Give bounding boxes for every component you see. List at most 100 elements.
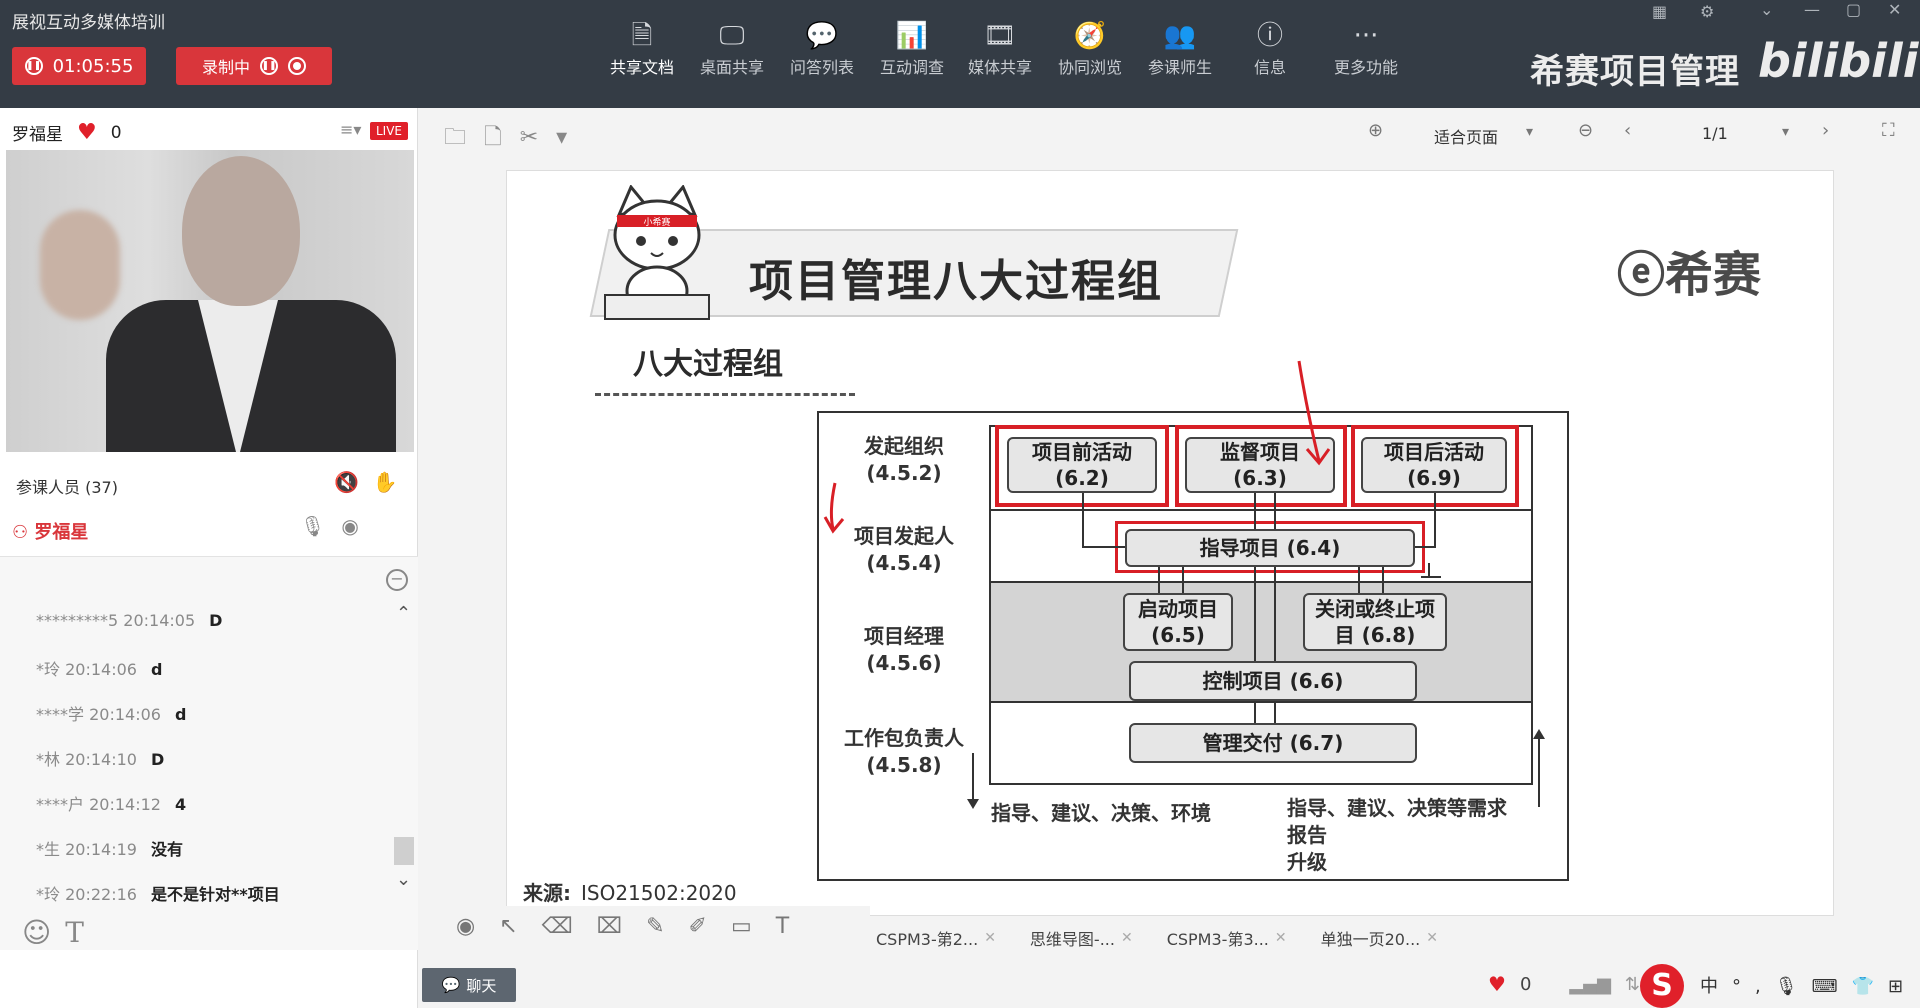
mic-icon[interactable]: 🎙 xyxy=(300,514,341,538)
recording-label: 录制中 xyxy=(201,58,250,77)
browse-compass-icon: 🧭 xyxy=(1073,21,1107,51)
text-icon[interactable]: T xyxy=(776,914,813,939)
attendee-host[interactable]: ⚇ 罗福星 xyxy=(12,518,88,544)
info-icon: ⓘ xyxy=(1256,21,1283,51)
left-panel: 罗福星 ♥ 0 ≡▾ LIVE 参课人员 (37) 🔇✋ ⚇ 罗福星 🎙◉ − … xyxy=(0,108,418,1008)
people-icon: 👥 xyxy=(1163,21,1197,51)
scissors-icon[interactable]: ✂▾ xyxy=(520,125,585,150)
toolbar-more-button[interactable]: ··· 更多功能 xyxy=(1324,18,1408,78)
sogou-ime-icon[interactable]: S xyxy=(1640,964,1684,1008)
fit-dropdown-icon[interactable]: ▾ xyxy=(1526,124,1533,140)
toolbar-media-button[interactable]: 🎞 媒体共享 xyxy=(958,18,1042,78)
close-tab-icon[interactable]: ✕ xyxy=(984,930,996,946)
top-toolbar: 展视互动多媒体培训 ❚❚ 01:05:55 录制中 ❚❚ 🗎 共享文档 🖵 桌面共享 💬… xyxy=(0,0,1920,108)
scrollbar[interactable] xyxy=(394,837,414,865)
stop-record-icon[interactable] xyxy=(288,57,306,75)
chat-time: 20:14:06 xyxy=(89,705,161,724)
grid-icon[interactable]: ▦ xyxy=(1652,2,1667,21)
chat-text: d xyxy=(150,660,163,679)
pause-record-icon[interactable]: ❚❚ xyxy=(260,57,278,75)
punctuation-icon[interactable]: °, xyxy=(1732,976,1775,997)
rectangle-icon[interactable]: ▭ xyxy=(731,914,776,939)
more-icon: ··· xyxy=(1353,21,1379,51)
toolbar-info-button[interactable]: ⓘ 信息 xyxy=(1228,18,1312,78)
zoom-out-icon[interactable]: ⊖ xyxy=(1578,120,1593,141)
zoom-in-icon[interactable]: ⊕ xyxy=(1368,120,1383,141)
document-tab[interactable]: 思维导图-... ✕ xyxy=(1030,926,1133,950)
brand-text: 希赛项目管理 xyxy=(1530,52,1740,92)
chevron-down-icon[interactable]: ⌄ xyxy=(1760,0,1773,19)
toolbar-document-button[interactable]: 🗎 共享文档 xyxy=(600,18,684,78)
close-tab-icon[interactable]: ✕ xyxy=(1121,930,1133,946)
emoji-icon[interactable]: ☺ xyxy=(22,916,65,949)
chat-message: *生 20:14:19 没有 xyxy=(36,836,183,860)
raise-hand-icon[interactable]: ✋ xyxy=(373,470,412,494)
toolbar-label: 桌面共享 xyxy=(699,58,764,77)
pen-icon[interactable]: ✐ xyxy=(689,914,731,939)
toolbar-desktop-share-button[interactable]: 🖵 桌面共享 xyxy=(690,18,774,78)
toolbar-label: 协同浏览 xyxy=(1057,58,1122,77)
page-dropdown-icon[interactable]: ▾ xyxy=(1782,124,1789,140)
chat-time: 20:14:05 xyxy=(123,611,196,630)
skin-icon[interactable]: 👕 xyxy=(1852,976,1888,997)
chat-user: *生 xyxy=(36,840,61,859)
chat-area: − *********5 20:14:05 D *玲 20:14:06 d ****学 … xyxy=(0,556,418,950)
scroll-up-icon[interactable]: ⌃ xyxy=(396,603,411,624)
tab-label: CSPM3-第3... xyxy=(1166,930,1269,949)
document-tab[interactable]: CSPM3-第3... ✕ xyxy=(1167,926,1287,950)
document-tab[interactable]: CSPM3-第2... ✕ xyxy=(876,926,996,950)
toolbox-icon[interactable]: ⊞ xyxy=(1888,976,1917,997)
close-tab-icon[interactable]: ✕ xyxy=(1275,930,1287,946)
fullscreen-icon[interactable]: ⛶ xyxy=(1882,120,1895,141)
mute-all-icon[interactable]: 🔇 xyxy=(334,470,373,494)
pause-timer-button[interactable]: ❚❚ 01:05:55 xyxy=(12,47,146,85)
network-arrows-icon: ⇅ xyxy=(1624,973,1641,995)
list-menu-icon[interactable]: ≡▾ xyxy=(340,120,361,139)
document-tab[interactable]: 单独一页20... ✕ xyxy=(1321,926,1438,950)
close-icon[interactable]: ✕ xyxy=(1888,0,1901,19)
eraser-icon[interactable]: ⌫ xyxy=(542,914,597,939)
recording-button[interactable]: 录制中 ❚❚ xyxy=(176,47,332,85)
heart-icon[interactable]: ♥ xyxy=(77,120,97,145)
prev-page-icon[interactable]: ‹ xyxy=(1624,120,1631,141)
fit-page-select[interactable]: 适合页面 xyxy=(1434,124,1498,148)
bottom-heart-icon[interactable]: ♥ xyxy=(1488,972,1506,996)
source-citation: 来源: ISO21502:2020 xyxy=(523,881,737,905)
ime-mode[interactable]: 中 xyxy=(1700,976,1732,997)
live-badge: LIVE xyxy=(370,122,409,140)
chat-time: 20:14:19 xyxy=(65,840,137,859)
voice-icon[interactable]: 🎙 xyxy=(1775,976,1812,997)
clear-icon[interactable]: ⌧ xyxy=(597,914,646,939)
text-format-icon[interactable]: T xyxy=(65,916,98,949)
toolbar-people-button[interactable]: 👥 参课师生 xyxy=(1138,18,1222,78)
toolbar-label: 参课师生 xyxy=(1147,58,1212,77)
chat-message: ****学 20:14:06 d xyxy=(36,701,186,725)
camera-icon[interactable]: ◉ xyxy=(341,514,374,538)
highlighter-icon[interactable]: ✎ xyxy=(646,914,688,939)
pointer-icon[interactable]: ↖ xyxy=(499,914,541,939)
chat-message: *林 20:14:10 D xyxy=(36,746,164,770)
chat-button[interactable]: 💬 聊天 xyxy=(422,968,516,1002)
toolbar-qa-button[interactable]: 💬 问答列表 xyxy=(780,18,864,78)
bilibili-logo: bilibili xyxy=(1758,34,1919,88)
toolbar-browse-compass-button[interactable]: 🧭 协同浏览 xyxy=(1048,18,1132,78)
next-page-icon[interactable]: › xyxy=(1822,120,1829,141)
app-title: 展视互动多媒体培训 xyxy=(12,13,165,33)
chat-user: ****学 xyxy=(36,705,85,724)
toolbar-survey-chart-button[interactable]: 📊 互动调查 xyxy=(870,18,954,78)
minimize-icon[interactable]: — xyxy=(1804,0,1820,19)
gear-icon[interactable]: ⚙ xyxy=(1700,2,1714,21)
attendee-host-name: 罗福星 xyxy=(34,522,89,543)
file-icon[interactable]: 🗋 xyxy=(484,125,520,150)
scroll-down-icon[interactable]: ⌄ xyxy=(396,869,411,890)
laser-pointer-icon[interactable]: ◉ xyxy=(456,914,499,939)
close-tab-icon[interactable]: ✕ xyxy=(1426,930,1438,946)
maximize-icon[interactable]: ▢ xyxy=(1846,0,1861,19)
chat-text: 4 xyxy=(174,795,187,814)
chat-user: *********5 xyxy=(36,611,119,630)
collapse-icon[interactable]: − xyxy=(386,569,408,591)
open-folder-icon[interactable]: 🗀 xyxy=(444,125,484,150)
host-video xyxy=(6,150,414,452)
qa-icon: 💬 xyxy=(805,21,839,51)
keyboard-icon[interactable]: ⌨ xyxy=(1812,976,1852,997)
